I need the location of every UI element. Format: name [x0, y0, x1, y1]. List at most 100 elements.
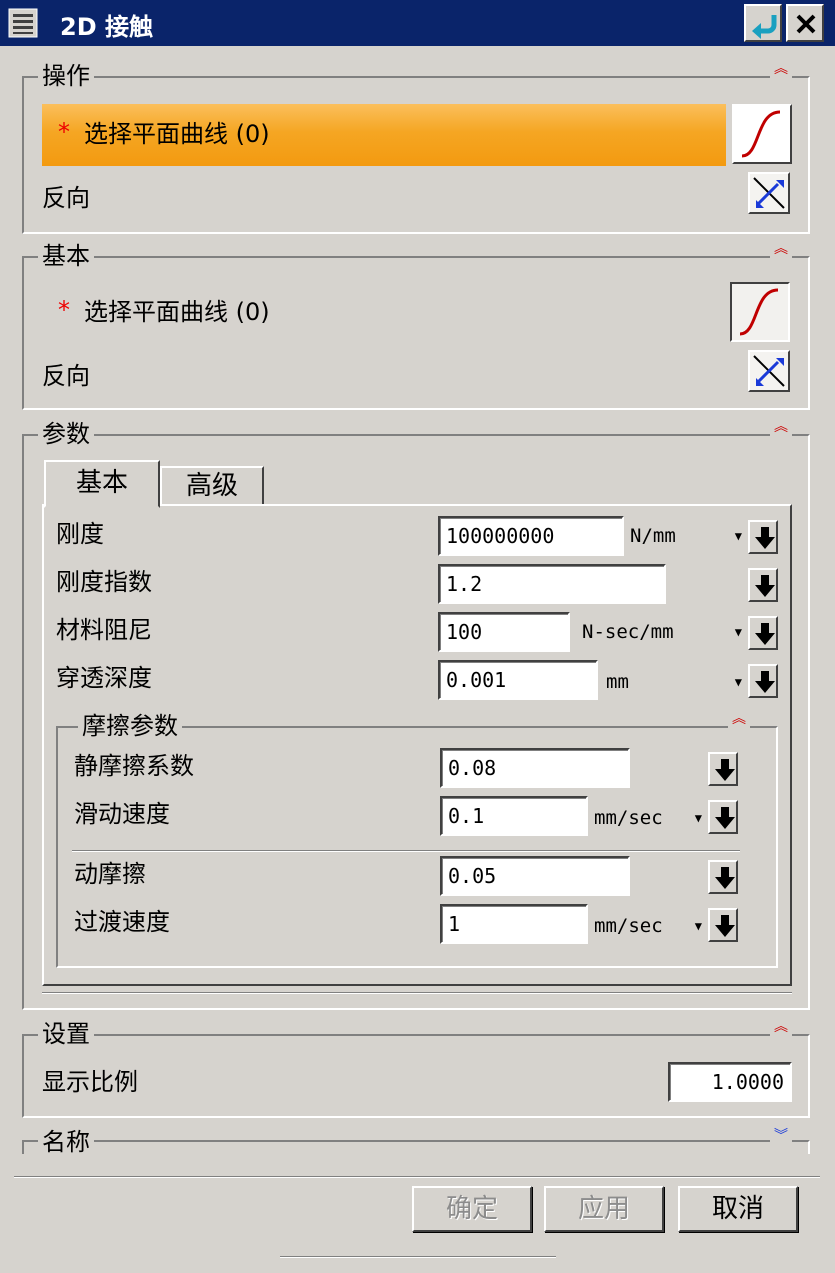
penetration-depth-input[interactable]: 0.001	[438, 660, 598, 700]
static-friction-options-button[interactable]	[708, 752, 738, 786]
material-damping-input[interactable]: 100	[438, 612, 570, 652]
settings-legend: 设置	[38, 1016, 94, 1052]
window-title: 2D 接触	[60, 13, 153, 41]
select-curve-button[interactable]	[732, 104, 792, 164]
basic-legend: 基本	[38, 238, 94, 274]
arrow-down-icon	[715, 915, 735, 937]
slip-velocity-unit-select[interactable]: mm/sec ▼	[594, 798, 706, 838]
reset-button[interactable]	[744, 4, 782, 42]
stiffness-exponent-input[interactable]: 1.2	[438, 564, 666, 604]
reverse-label: 反向	[42, 184, 90, 212]
dynamic-friction-input[interactable]: 0.05	[440, 856, 630, 896]
select-curve-label: 选择平面曲线 (0)	[84, 120, 270, 148]
static-friction-input[interactable]: 0.08	[440, 748, 630, 788]
operation-legend: 操作	[38, 58, 94, 94]
caret-down-icon: ▼	[694, 919, 702, 933]
name-group: 名称 ︾	[22, 1124, 810, 1160]
material-damping-unit: N-sec/mm	[582, 621, 674, 643]
resize-grip[interactable]	[280, 1256, 556, 1258]
list-icon[interactable]	[8, 8, 38, 38]
close-button[interactable]	[786, 4, 824, 42]
friction-group: 摩擦参数 ︽ 静摩擦系数 0.08 滑动速度 0.1 mm/sec ▼ 动摩擦 …	[56, 708, 778, 968]
arrow-down-icon	[715, 807, 735, 829]
arrow-down-icon	[755, 623, 775, 645]
chevron-double-down-icon[interactable]: ︾	[770, 1129, 792, 1156]
caret-down-icon: ▼	[734, 625, 742, 639]
arrow-down-icon	[755, 527, 775, 549]
slip-velocity-options-button[interactable]	[708, 800, 738, 834]
static-friction-label: 静摩擦系数	[74, 752, 194, 780]
tab-advanced[interactable]: 高级	[160, 466, 264, 506]
chevron-double-up-icon[interactable]: ︽	[728, 712, 750, 739]
chevron-double-up-icon[interactable]: ︽	[770, 62, 792, 89]
apply-button[interactable]: 应用	[544, 1186, 664, 1232]
chevron-double-up-icon[interactable]: ︽	[770, 1020, 792, 1047]
stiffness-input[interactable]: 100000000	[438, 516, 624, 556]
select-curve-row[interactable]: * 选择平面曲线 (0)	[42, 282, 726, 344]
transition-velocity-unit: mm/sec	[594, 915, 663, 937]
title-bar: 2D 接触	[0, 0, 835, 46]
basic-group: 基本 ︽ * 选择平面曲线 (0) 反向	[22, 238, 810, 410]
reset-arrow-icon	[752, 15, 777, 39]
divider	[14, 1176, 820, 1178]
tab-panel-basic: 刚度 100000000 N/mm ▼ 刚度指数 1.2 材料阻尼 100 N-…	[42, 504, 792, 986]
close-icon	[796, 14, 816, 34]
tab-basic[interactable]: 基本	[44, 460, 160, 508]
slip-velocity-label: 滑动速度	[74, 800, 170, 828]
stiffness-label: 刚度	[56, 520, 104, 548]
slip-velocity-unit: mm/sec	[594, 807, 663, 829]
settings-group: 设置 ︽ 显示比例 1.0000	[22, 1016, 810, 1118]
name-legend[interactable]: 名称	[38, 1124, 94, 1160]
stiffness-exponent-options-button[interactable]	[748, 568, 778, 602]
arrow-down-icon	[755, 575, 775, 597]
caret-down-icon: ▼	[694, 811, 702, 825]
cancel-button[interactable]: 取消	[678, 1186, 798, 1232]
chevron-double-up-icon[interactable]: ︽	[770, 420, 792, 447]
select-curve-label: 选择平面曲线 (0)	[84, 298, 270, 326]
chevron-double-up-icon[interactable]: ︽	[770, 242, 792, 269]
display-scale-input[interactable]: 1.0000	[668, 1062, 792, 1102]
material-damping-options-button[interactable]	[748, 616, 778, 650]
reverse-label: 反向	[42, 362, 90, 390]
penetration-depth-unit: mm	[606, 671, 629, 693]
required-marker: *	[58, 118, 70, 146]
reverse-direction-icon	[753, 355, 785, 387]
tab-advanced-label: 高级	[185, 471, 238, 501]
penetration-depth-label: 穿透深度	[56, 664, 152, 692]
arrow-down-icon	[715, 867, 735, 889]
tab-basic-label: 基本	[75, 468, 128, 498]
divider	[42, 992, 792, 994]
slip-velocity-input[interactable]: 0.1	[440, 796, 588, 836]
material-damping-unit-select[interactable]: N-sec/mm ▼	[582, 612, 746, 652]
select-curve-row-active[interactable]: * 选择平面曲线 (0)	[42, 104, 726, 166]
spline-curve-icon	[741, 110, 781, 158]
spline-curve-icon	[739, 288, 779, 336]
ok-button[interactable]: 确定	[412, 1186, 532, 1232]
stiffness-unit-select[interactable]: N/mm ▼	[630, 516, 746, 556]
caret-down-icon: ▼	[734, 529, 742, 543]
reverse-direction-icon	[753, 177, 785, 209]
transition-velocity-unit-select[interactable]: mm/sec ▼	[594, 906, 706, 946]
penetration-depth-unit-select[interactable]: mm ▼	[606, 662, 746, 702]
reverse-button[interactable]	[748, 172, 790, 214]
select-curve-button[interactable]	[730, 282, 790, 342]
stiffness-unit: N/mm	[630, 525, 676, 547]
material-damping-label: 材料阻尼	[56, 616, 152, 644]
dynamic-friction-label: 动摩擦	[74, 860, 146, 888]
dynamic-friction-options-button[interactable]	[708, 860, 738, 894]
transition-velocity-label: 过渡速度	[74, 908, 170, 936]
stiffness-options-button[interactable]	[748, 520, 778, 554]
divider	[72, 850, 740, 852]
arrow-down-icon	[715, 759, 735, 781]
friction-legend: 摩擦参数	[78, 708, 182, 744]
params-group: 参数 ︽ 基本 高级 刚度 100000000 N/mm ▼ 刚度指数 1.2 …	[22, 416, 810, 1010]
transition-velocity-input[interactable]: 1	[440, 904, 588, 944]
transition-velocity-options-button[interactable]	[708, 908, 738, 942]
arrow-down-icon	[755, 671, 775, 693]
display-scale-label: 显示比例	[42, 1068, 138, 1096]
reverse-button[interactable]	[748, 350, 790, 392]
caret-down-icon: ▼	[734, 675, 742, 689]
penetration-depth-options-button[interactable]	[748, 664, 778, 698]
stiffness-exponent-label: 刚度指数	[56, 568, 152, 596]
params-legend: 参数	[38, 416, 94, 452]
